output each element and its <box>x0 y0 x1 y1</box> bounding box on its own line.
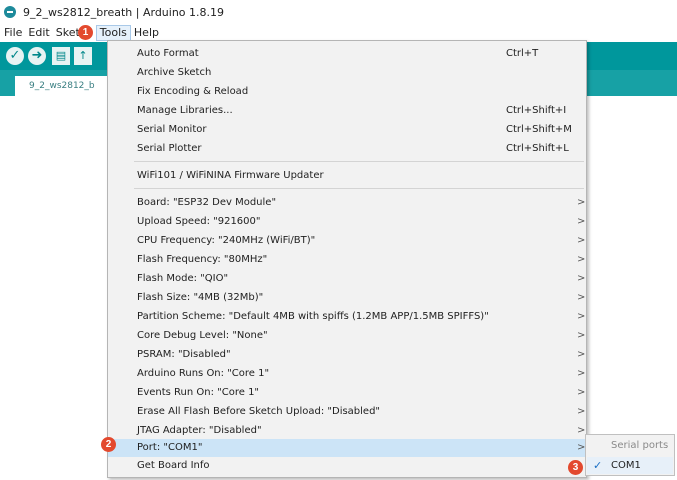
menu-help[interactable]: Help <box>131 25 162 41</box>
menu-item-serial-plotter[interactable]: Serial Plotter Ctrl+Shift+L <box>108 140 586 158</box>
new-sketch-button[interactable]: ▤ <box>52 47 70 65</box>
chevron-right-icon: > <box>577 197 586 208</box>
menu-item-flash-mode[interactable]: Flash Mode: "QIO" > <box>108 270 586 288</box>
menu-item-jtag-adapter[interactable]: JTAG Adapter: "Disabled" > <box>108 422 586 440</box>
menu-item-fix-encoding[interactable]: Fix Encoding & Reload <box>108 83 586 101</box>
window-title: 9_2_ws2812_breath | Arduino 1.8.19 <box>23 5 225 19</box>
menu-file[interactable]: File <box>0 25 25 41</box>
menu-edit[interactable]: Edit <box>25 25 52 41</box>
menu-item-firmware-updater[interactable]: WiFi101 / WiFiNINA Firmware Updater <box>108 167 586 185</box>
new-file-icon: ▤ <box>55 49 67 62</box>
menu-item-board[interactable]: Board: "ESP32 Dev Module" > <box>108 194 586 212</box>
menu-item-core-debug-level[interactable]: Core Debug Level: "None" > <box>108 327 586 345</box>
step-badge-1: 1 <box>78 25 93 40</box>
check-icon: ✓ <box>593 459 603 472</box>
menu-item-archive-sketch[interactable]: Archive Sketch <box>108 64 586 82</box>
menu-item-arduino-runs-on[interactable]: Arduino Runs On: "Core 1" > <box>108 365 586 383</box>
menu-item-erase-all-flash[interactable]: Erase All Flash Before Sketch Upload: "D… <box>108 403 586 421</box>
menu-item-cpu-frequency[interactable]: CPU Frequency: "240MHz (WiFi/BT)" > <box>108 232 586 250</box>
chevron-right-icon: > <box>577 368 586 379</box>
step-badge-3: 3 <box>568 460 583 475</box>
arrow-right-icon: ➜ <box>31 48 43 63</box>
chevron-right-icon: > <box>577 216 586 227</box>
port-item-com1[interactable]: ✓ COM1 <box>587 457 673 474</box>
chevron-right-icon: > <box>577 311 586 322</box>
open-icon: ↑ <box>78 49 88 62</box>
upload-button[interactable]: ➜ <box>28 47 46 65</box>
menu-item-auto-format[interactable]: Auto Format Ctrl+T <box>108 45 586 63</box>
menu-item-psram[interactable]: PSRAM: "Disabled" > <box>108 346 586 364</box>
chevron-right-icon: > <box>577 387 586 398</box>
menu-separator <box>134 188 584 189</box>
tools-menu: Auto Format Ctrl+T Archive Sketch Fix En… <box>107 40 587 478</box>
tab-sketch[interactable]: 9_2_ws2812_b <box>15 76 110 98</box>
chevron-right-icon: > <box>577 330 586 341</box>
title-bar: 9_2_ws2812_breath | Arduino 1.8.19 <box>0 0 677 24</box>
chevron-right-icon: > <box>577 273 586 284</box>
menu-item-partition-scheme[interactable]: Partition Scheme: "Default 4MB with spif… <box>108 308 586 326</box>
chevron-right-icon: > <box>577 235 586 246</box>
chevron-right-icon: > <box>577 292 586 303</box>
menu-separator <box>134 161 584 162</box>
menu-item-events-run-on[interactable]: Events Run On: "Core 1" > <box>108 384 586 402</box>
step-badge-2: 2 <box>101 437 116 452</box>
port-submenu: Serial ports ✓ COM1 <box>585 434 675 476</box>
menu-item-upload-speed[interactable]: Upload Speed: "921600" > <box>108 213 586 231</box>
menu-item-manage-libraries[interactable]: Manage Libraries... Ctrl+Shift+I <box>108 102 586 120</box>
menu-item-port[interactable]: Port: "COM1" > <box>108 439 586 457</box>
menu-item-serial-monitor[interactable]: Serial Monitor Ctrl+Shift+M <box>108 121 586 139</box>
menu-item-flash-size[interactable]: Flash Size: "4MB (32Mb)" > <box>108 289 586 307</box>
arduino-logo-icon <box>4 6 16 18</box>
chevron-right-icon: > <box>577 254 586 265</box>
menu-item-get-board-info[interactable]: Get Board Info <box>108 457 586 475</box>
verify-button[interactable]: ✓ <box>6 47 24 65</box>
chevron-right-icon: > <box>577 406 586 417</box>
open-sketch-button[interactable]: ↑ <box>74 47 92 65</box>
check-icon: ✓ <box>9 48 21 63</box>
chevron-right-icon: > <box>577 349 586 360</box>
menu-item-flash-frequency[interactable]: Flash Frequency: "80MHz" > <box>108 251 586 269</box>
submenu-header: Serial ports <box>611 440 669 451</box>
menu-tools[interactable]: Tools <box>95 25 131 41</box>
